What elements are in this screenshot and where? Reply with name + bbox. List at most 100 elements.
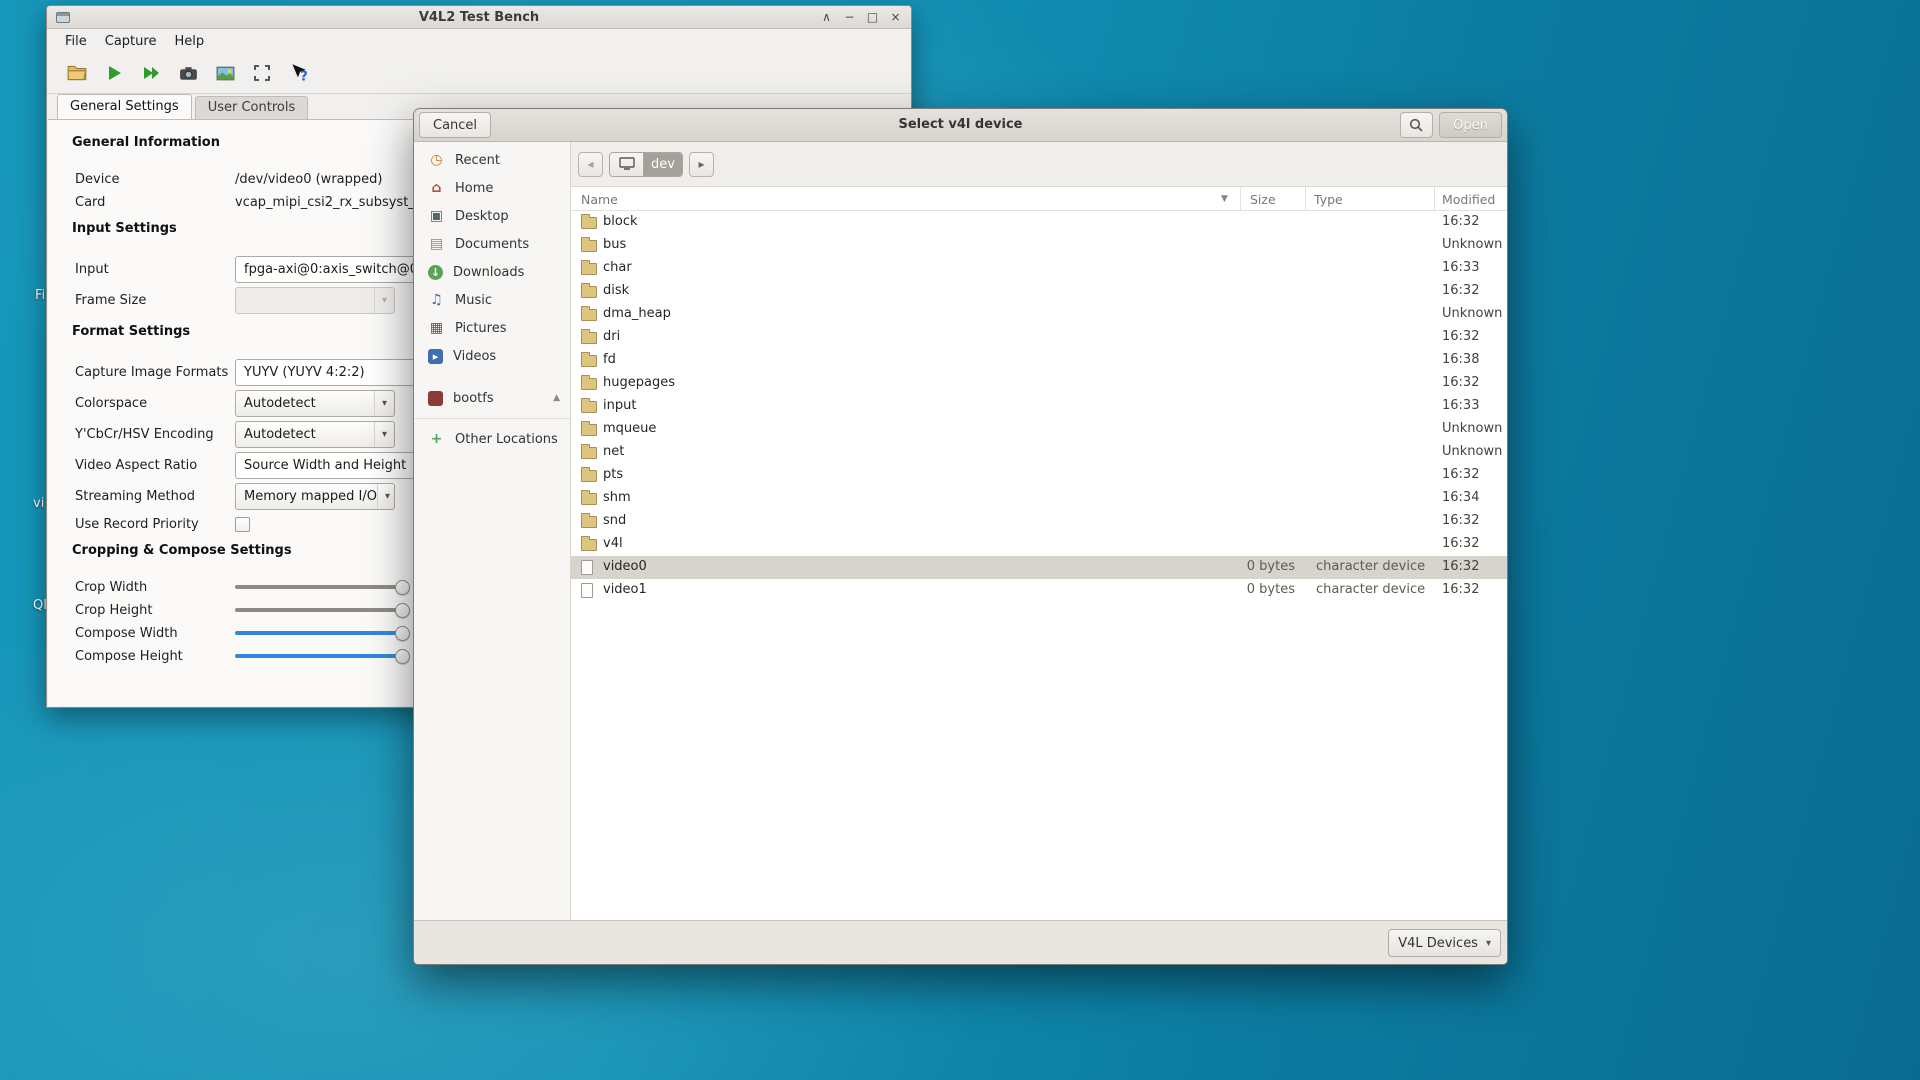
record-priority-label: Use Record Priority [75, 517, 235, 532]
back-button[interactable]: ◂ [578, 152, 603, 177]
file-row-shm[interactable]: shm 16:34 [571, 487, 1507, 510]
sidebar-item-home[interactable]: ⌂ Home ▲ [414, 174, 570, 202]
select-v4l-device-dialog: Cancel Select v4l device Open ◷ Recent ▲… [413, 108, 1508, 965]
column-header-name[interactable]: Name [581, 187, 618, 211]
file-row-bus[interactable]: bus Unknown [571, 234, 1507, 257]
breadcrumb-dev-button[interactable]: dev [644, 153, 682, 176]
slider-knob[interactable] [395, 649, 410, 664]
compose-width-slider[interactable] [235, 631, 403, 635]
file-row-dma_heap[interactable]: dma_heap Unknown [571, 303, 1507, 326]
file-row-snd[interactable]: snd 16:32 [571, 510, 1507, 533]
file-row-net[interactable]: net Unknown [571, 441, 1507, 464]
slider-knob[interactable] [395, 603, 410, 618]
minimize-button[interactable]: − [842, 10, 857, 24]
folder-icon [581, 424, 597, 436]
open-button[interactable]: Open [1439, 112, 1502, 138]
tab-user-controls[interactable]: User Controls [195, 96, 309, 119]
card-label: Card [75, 195, 235, 210]
folder-icon [581, 355, 597, 367]
open-file-button[interactable] [63, 59, 91, 87]
desktop-icon-label-fragment: vi [33, 496, 44, 511]
pictures-icon: ▦ [428, 320, 445, 337]
forward-button[interactable]: ▸ [689, 152, 714, 177]
shade-button[interactable]: ∧ [819, 10, 834, 24]
column-header-type[interactable]: Type [1314, 187, 1343, 211]
recent-icon: ◷ [428, 152, 445, 169]
other-locations-icon: + [428, 431, 445, 448]
column-header-size[interactable]: Size [1250, 187, 1276, 211]
dialog-title: Select v4l device [414, 117, 1507, 132]
file-row-video1[interactable]: video1 0 bytes character device 16:32 [571, 579, 1507, 602]
snapshot-button[interactable] [211, 59, 239, 87]
streaming-method-label: Streaming Method [75, 489, 235, 504]
menu-help[interactable]: Help [166, 31, 212, 52]
file-row-mqueue[interactable]: mqueue Unknown [571, 418, 1507, 441]
record-priority-checkbox[interactable] [235, 517, 250, 532]
sidebar-item-other-locations[interactable]: + Other Locations ▲ [414, 425, 570, 453]
file-row-dri[interactable]: dri 16:32 [571, 326, 1507, 349]
start-capture-button[interactable] [100, 59, 128, 87]
crop-width-label: Crop Width [75, 580, 235, 595]
file-row-char[interactable]: char 16:33 [571, 257, 1507, 280]
frame-size-label: Frame Size [75, 293, 235, 308]
path-bar: ◂ dev ▸ [571, 142, 1507, 187]
ycbcr-combo[interactable]: Autodetect▾ [235, 421, 395, 448]
computer-icon [619, 157, 635, 171]
file-row-video0[interactable]: video0 0 bytes character device 16:32 [571, 556, 1507, 579]
desktop-icon-label-fragment: Fi [35, 288, 45, 303]
crop-height-slider[interactable] [235, 608, 403, 612]
capture-image-button[interactable] [174, 59, 202, 87]
column-headers: Name ▼ Size Type Modified [571, 187, 1507, 211]
sidebar-item-pictures[interactable]: ▦ Pictures ▲ [414, 314, 570, 342]
sidebar-item-videos[interactable]: ▸ Videos ▲ [414, 342, 570, 370]
menu-file[interactable]: File [57, 31, 95, 52]
search-icon [1409, 118, 1424, 133]
file-row-fd[interactable]: fd 16:38 [571, 349, 1507, 372]
sidebar-item-desktop[interactable]: ▣ Desktop ▲ [414, 202, 570, 230]
titlebar[interactable]: V4L2 Test Bench ∧ − □ × [47, 6, 911, 29]
section-general-information: General Information [72, 135, 220, 150]
file-filter-combo[interactable]: V4L Devices▾ [1388, 929, 1501, 957]
close-button[interactable]: × [888, 10, 903, 24]
filesystem-root-button[interactable] [610, 153, 644, 176]
whats-this-button[interactable]: ? [285, 59, 313, 87]
dialog-headerbar[interactable]: Cancel Select v4l device Open [414, 109, 1507, 142]
ycbcr-label: Y'CbCr/HSV Encoding [75, 427, 235, 442]
sidebar-item-bootfs[interactable]: bootfs ▲ [414, 384, 570, 412]
step-forward-icon [141, 63, 161, 83]
file-row-input[interactable]: input 16:33 [571, 395, 1507, 418]
file-row-disk[interactable]: disk 16:32 [571, 280, 1507, 303]
sidebar-item-recent[interactable]: ◷ Recent ▲ [414, 146, 570, 174]
eject-icon[interactable]: ▲ [553, 393, 560, 403]
home-icon: ⌂ [428, 180, 445, 197]
sidebar-item-downloads[interactable]: ↓ Downloads ▲ [414, 258, 570, 286]
streaming-method-combo[interactable]: Memory mapped I/O▾ [235, 483, 395, 510]
maximize-button[interactable]: □ [865, 10, 880, 24]
search-button[interactable] [1400, 112, 1433, 138]
slider-knob[interactable] [395, 626, 410, 641]
device-label: Device [75, 172, 235, 187]
fullscreen-button[interactable] [248, 59, 276, 87]
music-icon: ♫ [428, 292, 445, 309]
open-file-icon [66, 62, 88, 84]
step-frame-button[interactable] [137, 59, 165, 87]
cancel-button[interactable]: Cancel [419, 112, 491, 138]
file-icon [581, 583, 593, 598]
menubar: File Capture Help [47, 29, 911, 53]
slider-knob[interactable] [395, 580, 410, 595]
tab-general-settings[interactable]: General Settings [57, 94, 192, 119]
compose-width-label: Compose Width [75, 626, 235, 641]
file-row-hugepages[interactable]: hugepages 16:32 [571, 372, 1507, 395]
column-header-modified[interactable]: Modified [1442, 187, 1495, 211]
sidebar-item-music[interactable]: ♫ Music ▲ [414, 286, 570, 314]
file-row-v4l[interactable]: v4l 16:32 [571, 533, 1507, 556]
card-value: vcap_mipi_csi2_rx_subsyst_ [235, 195, 415, 210]
crop-width-slider[interactable] [235, 585, 403, 589]
file-row-pts[interactable]: pts 16:32 [571, 464, 1507, 487]
sidebar-item-documents[interactable]: ▤ Documents ▲ [414, 230, 570, 258]
colorspace-combo[interactable]: Autodetect▾ [235, 390, 395, 417]
chevron-down-icon: ▾ [377, 484, 395, 509]
menu-capture[interactable]: Capture [97, 31, 165, 52]
file-row-block[interactable]: block 16:32 [571, 211, 1507, 234]
compose-height-slider[interactable] [235, 654, 403, 658]
